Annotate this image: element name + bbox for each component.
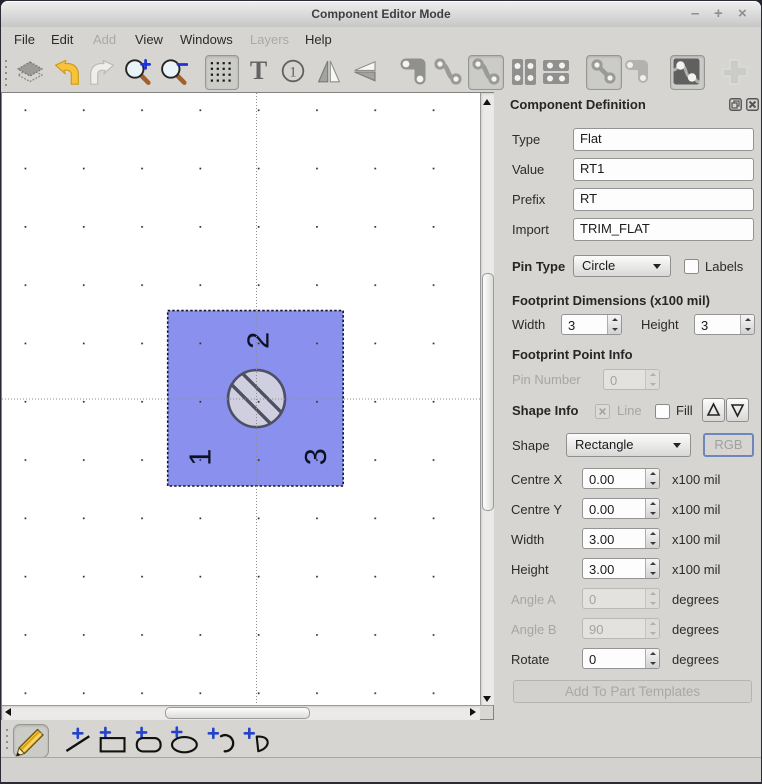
svg-text:1: 1 xyxy=(289,65,297,81)
